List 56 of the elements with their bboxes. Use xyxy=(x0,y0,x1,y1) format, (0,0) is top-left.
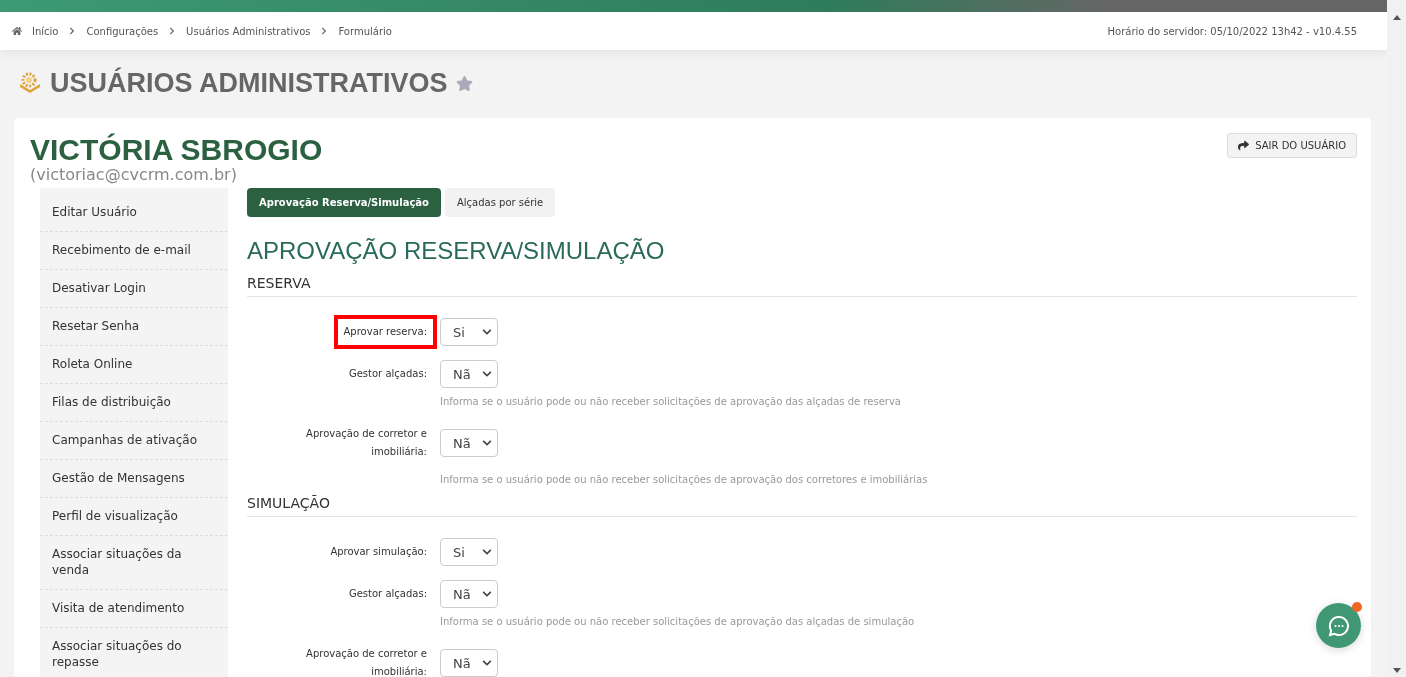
select-field[interactable]: Nã xyxy=(440,360,498,388)
chevron-down-icon xyxy=(482,369,492,379)
select-field[interactable]: Si xyxy=(440,318,498,346)
star-icon[interactable] xyxy=(455,74,473,92)
chevron-icon xyxy=(68,27,77,35)
help-text: Informa se o usuário pode ou não receber solicitações de aprovação dos corretores e imobiliárias xyxy=(440,473,928,487)
field-label: Gestor alçadas: xyxy=(347,367,428,381)
field-label: Aprovar reserva: xyxy=(333,315,437,349)
chat-bubble-icon xyxy=(1327,614,1350,637)
help-text: Informa se o usuário pode ou não receber solicitações de aprovação das alçadas de simulação xyxy=(440,615,915,629)
chevron-down-icon xyxy=(482,327,492,337)
breadcrumb-link[interactable]: Configurações xyxy=(86,25,159,37)
chevron-down-icon xyxy=(482,589,492,599)
user-name: VICTÓRIA SBROGIO xyxy=(30,134,323,166)
chevron-down-icon xyxy=(482,547,492,557)
sidebar-item[interactable]: Roleta Online xyxy=(40,346,228,384)
tab[interactable]: Alçadas por série xyxy=(444,188,556,217)
chat-button[interactable] xyxy=(1316,603,1361,648)
chevron-icon xyxy=(320,27,329,35)
sidebar-item[interactable]: Desativar Login xyxy=(40,270,228,308)
sidebar-item[interactable]: Campanhas de ativação xyxy=(40,422,228,460)
sidebar-item[interactable]: Filas de distribuição xyxy=(40,384,228,422)
home-icon xyxy=(12,26,22,36)
sidebar-item[interactable]: Gestão de Mensagens xyxy=(40,460,228,498)
share-arrow-icon xyxy=(1238,140,1250,151)
sidebar-item[interactable]: Recebimento de e-mail xyxy=(40,232,228,270)
select-field[interactable]: Si xyxy=(440,538,498,566)
chevron-icon xyxy=(168,27,177,35)
sidebar-item[interactable]: Associar situações da venda xyxy=(40,536,228,590)
chevron-down-icon xyxy=(482,658,492,668)
select-field[interactable]: Nã xyxy=(440,649,498,677)
breadcrumb-link[interactable]: Formulário xyxy=(338,25,392,37)
field-label: Aprovação de corretor e imobiliária: xyxy=(305,427,428,459)
sidebar-item[interactable]: Associar situações do repasse xyxy=(40,628,228,677)
logout-button[interactable]: SAIR DO USUÁRIO xyxy=(1227,133,1357,158)
section-title: RESERVA xyxy=(247,275,1357,297)
field-label: Gestor alçadas: xyxy=(347,587,428,601)
field-label: Aprovação de corretor e imobiliária: xyxy=(305,647,428,677)
sidebar-item[interactable]: Editar Usuário xyxy=(40,194,228,232)
section-title: SIMULAÇÃO xyxy=(247,495,1357,517)
tab[interactable]: Aprovação Reserva/Simulação xyxy=(247,188,441,217)
sidebar-item[interactable]: Resetar Senha xyxy=(40,308,228,346)
breadcrumb-link[interactable]: Início xyxy=(32,25,59,37)
page-title: USUÁRIOS ADMINISTRATIVOS xyxy=(50,67,448,99)
breadcrumb-link[interactable]: Usuários Administrativos xyxy=(186,25,311,37)
help-text: Informa se o usuário pode ou não receber solicitações de aprovação das alçadas de reserva xyxy=(440,395,901,409)
section-heading: APROVAÇÃO RESERVA/SIMULAÇÃO xyxy=(247,237,666,265)
field-label: Aprovar simulação: xyxy=(329,545,428,559)
user-email: (victoriac@cvcrm.com.br) xyxy=(30,166,237,184)
gear-box-icon xyxy=(18,71,42,95)
select-field[interactable]: Nã xyxy=(440,580,498,608)
server-info: Horário do servidor: 05/10/2022 13h42 - v10.4.55 xyxy=(1107,25,1357,37)
chevron-down-icon xyxy=(482,438,492,448)
select-field[interactable]: Nã xyxy=(440,429,498,457)
sidebar-item[interactable]: Visita de atendimento xyxy=(40,590,228,628)
sidebar-item[interactable]: Perfil de visualização xyxy=(40,498,228,536)
